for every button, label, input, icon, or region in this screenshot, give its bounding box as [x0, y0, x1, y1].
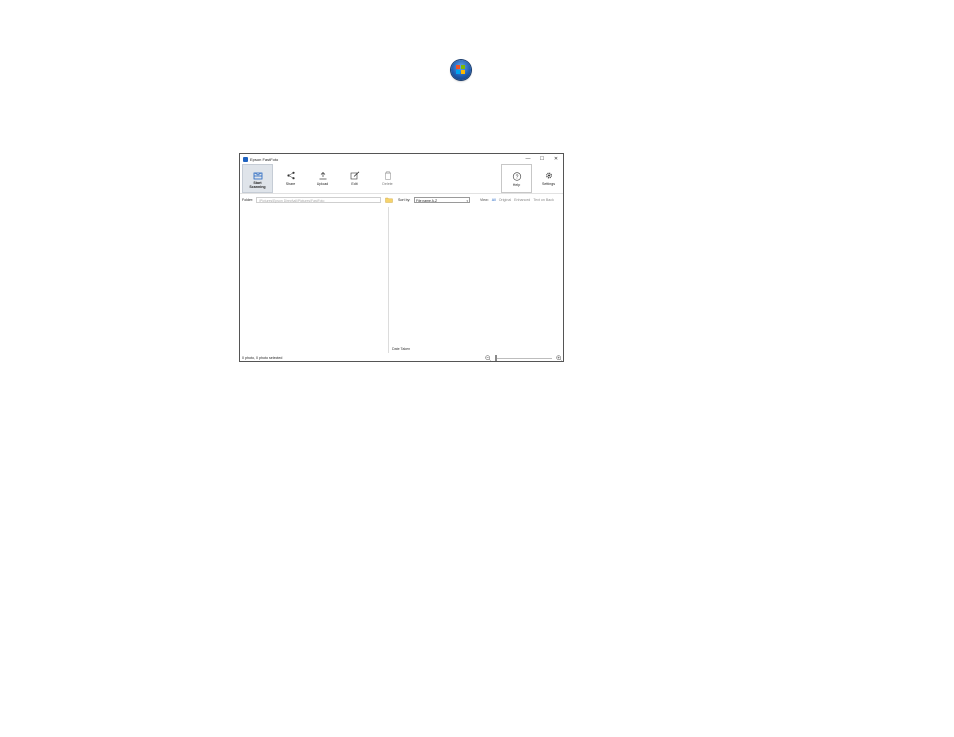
title-bar: Epson FastFoto — ☐ ✕ [240, 154, 563, 164]
help-icon: ? [502, 170, 531, 183]
edit-label: Edit [351, 182, 358, 186]
share-button[interactable]: Share [275, 164, 306, 193]
folder-label: Folder: [242, 198, 254, 202]
zoom-out-icon[interactable] [485, 355, 491, 361]
share-label: Share [285, 182, 296, 186]
sort-dropdown[interactable]: File name A-Z ▾ [414, 197, 470, 203]
view-original[interactable]: Original [499, 198, 511, 202]
upload-label: Upload [316, 182, 329, 186]
filter-bar: Folder: \Pictures\Epson Direct\all\Pictu… [240, 196, 563, 204]
view-label: View: [480, 198, 489, 202]
edit-icon [339, 169, 370, 182]
start-label-2: Scanning [249, 185, 266, 189]
zoom-slider-track[interactable] [495, 358, 552, 359]
folder-icon[interactable] [385, 197, 393, 203]
help-button[interactable]: ? Help [501, 164, 532, 193]
trash-icon [372, 169, 403, 182]
windows-logo-icon [456, 65, 466, 75]
sort-label: Sort by: [398, 198, 411, 202]
date-taken-label: Date Taken [392, 347, 411, 351]
delete-label: Delete [382, 182, 393, 186]
close-button[interactable]: ✕ [549, 156, 563, 162]
windows-start-button[interactable] [451, 60, 471, 80]
settings-label: Settings [542, 182, 555, 186]
sort-selected: File name A-Z [416, 199, 438, 203]
app-icon [243, 156, 248, 162]
gear-icon [533, 169, 564, 182]
photo-grid-pane[interactable]: Date Taken [389, 207, 563, 353]
share-icon [275, 169, 306, 182]
zoom-slider-thumb[interactable] [495, 355, 497, 361]
upload-button[interactable]: Upload [307, 164, 338, 193]
settings-button[interactable]: Settings [533, 164, 564, 193]
svg-text:?: ? [515, 174, 518, 180]
window-title: Epson FastFoto [250, 156, 279, 162]
folder-path-field[interactable]: \Pictures\Epson Direct\all\Pictures\Fast… [256, 197, 381, 203]
help-label: Help [512, 183, 521, 187]
view-all[interactable]: All [492, 198, 496, 202]
edit-button[interactable]: Edit [339, 164, 370, 193]
minimize-button[interactable]: — [521, 156, 535, 162]
maximize-button[interactable]: ☐ [535, 156, 549, 162]
upload-icon [307, 169, 338, 182]
start-scanning-button[interactable]: Start Scanning [242, 164, 273, 193]
folder-tree-pane[interactable] [240, 207, 389, 353]
view-text-on-back[interactable]: Text on Back [533, 198, 554, 202]
delete-button[interactable]: Delete [372, 164, 403, 193]
zoom-in-icon[interactable] [556, 355, 562, 361]
toolbar: Start Scanning Share Upload Edit Delete … [240, 164, 563, 194]
chevron-down-icon: ▾ [466, 199, 468, 203]
status-text: 0 photo, 0 photo selected [242, 356, 283, 360]
app-window: Epson FastFoto — ☐ ✕ Start Scanning Shar… [239, 153, 564, 362]
view-enhanced[interactable]: Enhanced [514, 198, 530, 202]
view-filter: View: All Original Enhanced Text on Back [480, 198, 554, 202]
status-bar: 0 photo, 0 photo selected [240, 354, 563, 362]
